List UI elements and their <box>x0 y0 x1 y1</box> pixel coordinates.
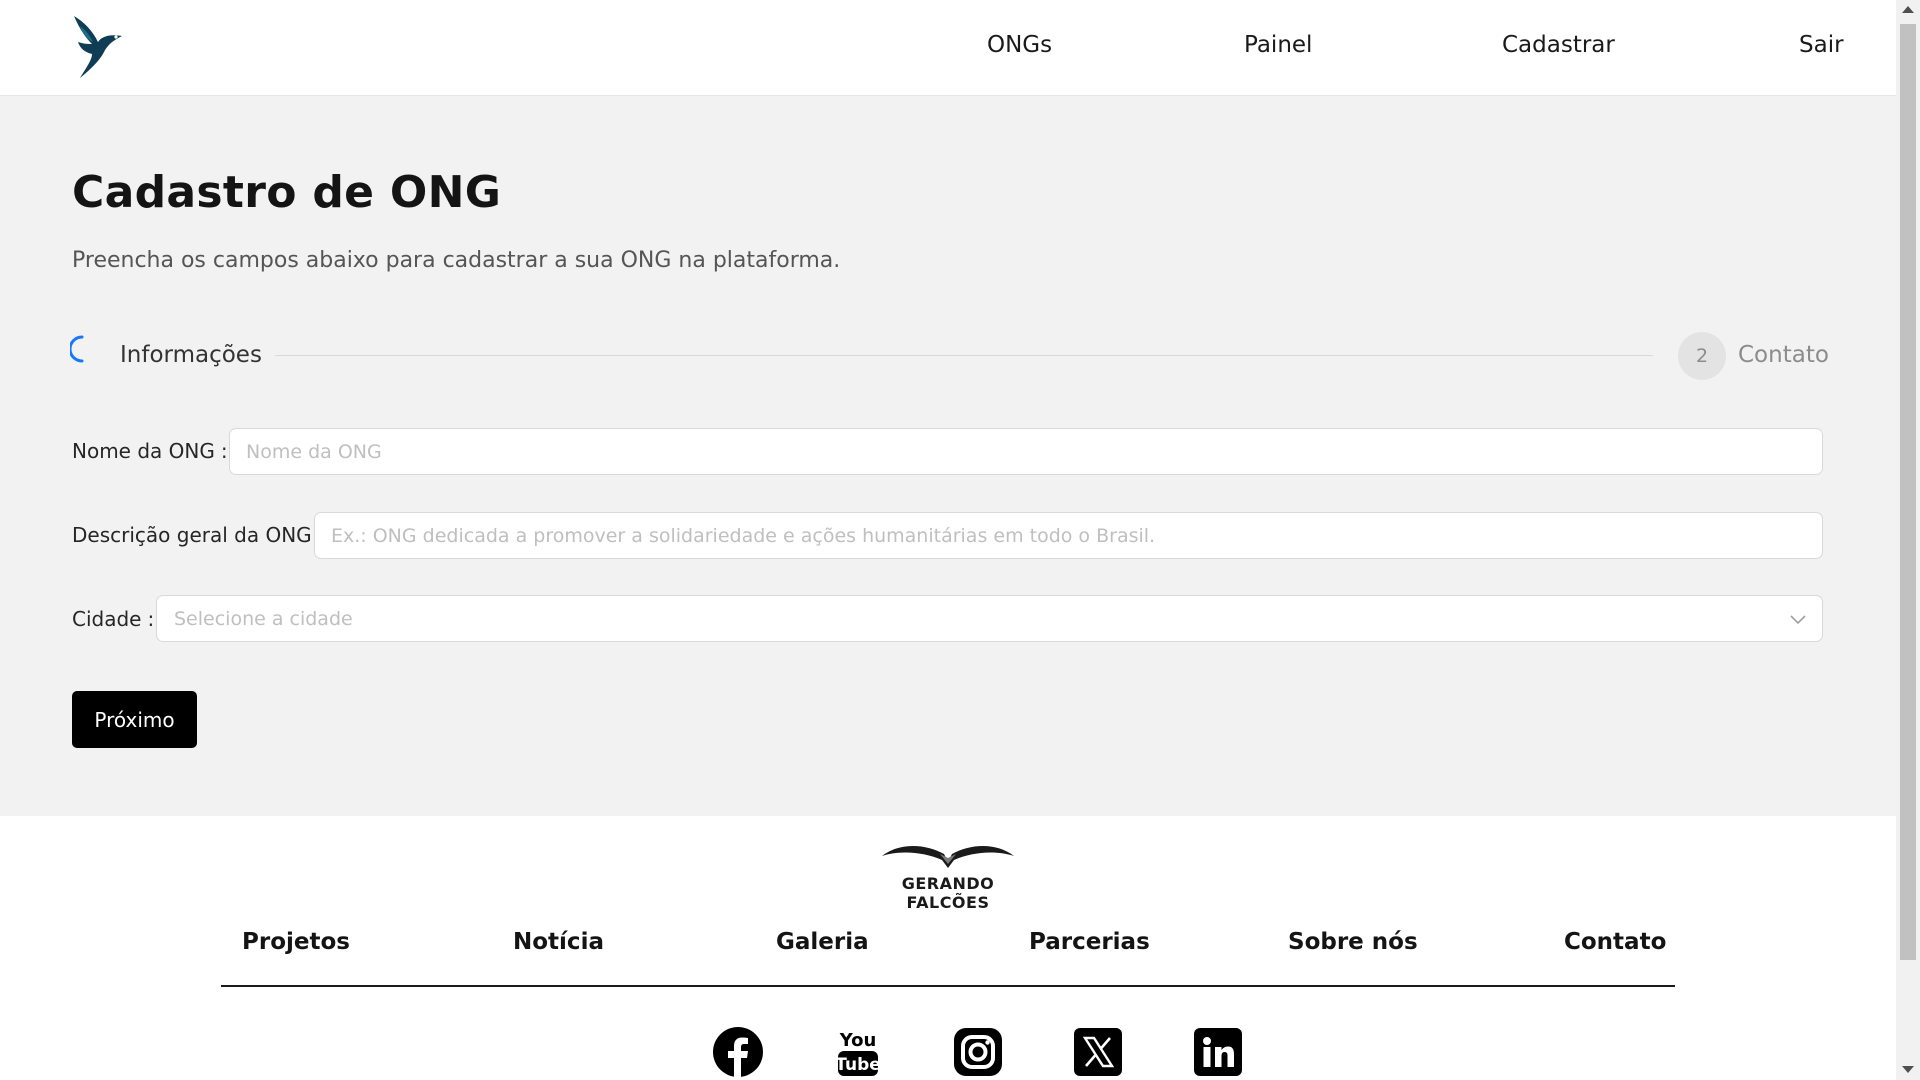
registration-section: Cadastro de ONG Preencha os campos abaix… <box>0 96 1896 816</box>
falcon-logo-icon <box>882 846 1014 868</box>
vertical-scrollbar[interactable] <box>1896 0 1920 1080</box>
step-connector <box>275 355 1653 356</box>
linkedin-icon[interactable] <box>1192 1026 1244 1078</box>
top-navbar: ONGs Painel Cadastrar Sair <box>0 0 1896 96</box>
next-button[interactable]: Próximo <box>72 691 197 748</box>
descricao-ong-label: Descrição geral da ONG: <box>72 523 324 547</box>
footer-link-galeria[interactable]: Galeria <box>776 929 869 955</box>
loading-spinner-icon <box>70 335 84 363</box>
footer-link-contato[interactable]: Contato <box>1564 929 1666 955</box>
footer-brand[interactable]: GERANDO FALCÕES <box>860 840 1036 912</box>
footer-link-projetos[interactable]: Projetos <box>242 929 350 955</box>
footer-link-sobre-nos[interactable]: Sobre nós <box>1288 929 1418 955</box>
footer-link-noticia[interactable]: Notícia <box>513 929 604 955</box>
scroll-up-arrow-icon[interactable] <box>1902 6 1914 13</box>
footer-divider <box>221 985 1675 987</box>
chevron-down-icon <box>1790 615 1806 625</box>
x-icon[interactable] <box>1072 1026 1124 1078</box>
nav-link-ongs[interactable]: ONGs <box>987 32 1052 58</box>
page: ONGs Painel Cadastrar Sair Cadastro de O… <box>0 0 1896 1080</box>
nome-ong-label: Nome da ONG: <box>72 439 228 463</box>
instagram-icon[interactable] <box>952 1026 1004 1078</box>
page-title: Cadastro de ONG <box>72 167 502 218</box>
footer: GERANDO FALCÕES Projetos Notícia Galeria… <box>0 816 1896 1080</box>
cidade-label: Cidade: <box>72 607 155 631</box>
descricao-ong-input[interactable] <box>314 512 1823 559</box>
step-number-contato: 2 <box>1678 332 1726 380</box>
nome-ong-input[interactable] <box>229 428 1823 475</box>
nav-link-cadastrar[interactable]: Cadastrar <box>1502 32 1615 58</box>
scroll-down-arrow-icon[interactable] <box>1902 1066 1914 1073</box>
scrollbar-thumb[interactable] <box>1900 24 1916 960</box>
facebook-icon[interactable] <box>712 1026 764 1078</box>
svg-text:You: You <box>839 1030 877 1051</box>
cidade-select[interactable]: Selecione a cidade <box>156 595 1823 642</box>
svg-text:Tube: Tube <box>835 1055 881 1075</box>
footer-link-parcerias[interactable]: Parcerias <box>1029 929 1150 955</box>
nav-link-painel[interactable]: Painel <box>1244 32 1312 58</box>
step-label-contato: Contato <box>1738 342 1829 368</box>
cidade-select-placeholder: Selecione a cidade <box>174 608 353 630</box>
footer-brand-name: GERANDO FALCÕES <box>901 874 995 912</box>
youtube-icon[interactable]: You Tube <box>832 1026 884 1078</box>
bird-logo-icon[interactable] <box>70 12 130 82</box>
nav-link-sair[interactable]: Sair <box>1799 32 1844 58</box>
page-subtitle: Preencha os campos abaixo para cadastrar… <box>72 248 841 273</box>
step-label-informacoes: Informações <box>120 342 262 368</box>
